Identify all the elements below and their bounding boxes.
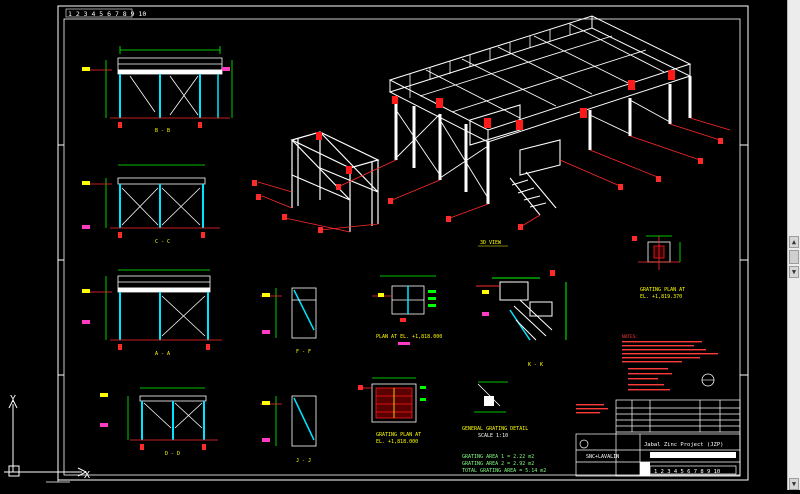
grating-areas: GRATING AREA 1 = 2.22 m2 GRATING AREA 2 … (462, 454, 546, 474)
grating-plan-1-label: GRATING PLAN AT (640, 287, 685, 293)
section-d-d-label: D - D (165, 451, 180, 457)
section-k-k: K - K (476, 270, 567, 368)
bottom-ruler-text: 1 2 3 4 5 6 7 8 9 10 (654, 469, 720, 475)
plan-at-el: PLAN AT EL. +1,818.000 (372, 275, 442, 345)
scrollbar-thumb[interactable] (789, 250, 799, 264)
main-platform-3d (388, 15, 692, 216)
grating-plan-2: GRATING PLAN AT EL. +1,818.000 (358, 377, 426, 445)
grating-plan-2-label: GRATING PLAN AT (376, 432, 421, 438)
grating-area-2: GRATING AREA 2 = 2.92 m2 (462, 461, 534, 467)
platform-gridlines (339, 117, 731, 227)
top-ruler-text: 1 2 3 4 5 6 7 8 9 10 (68, 10, 146, 18)
view-3d-label: 3D VIEW (480, 240, 502, 246)
scroll-bottom-arrow-icon[interactable]: ▼ (789, 478, 799, 490)
section-k-k-label: K - K (528, 362, 543, 368)
grating-area-total: TOTAL GRATING AREA = 5.14 m2 (462, 468, 546, 474)
cad-drawing-viewport[interactable]: 1 2 3 4 5 6 7 8 9 10 B - B C - C A - A D… (0, 0, 787, 490)
notes-title: NOTES: (622, 334, 638, 340)
notes-block: NOTES: (576, 334, 718, 414)
vertical-scrollbar[interactable]: ▲ ▼ ▼ (787, 0, 800, 490)
grating-plan-2-el: EL. +1,818.000 (376, 439, 418, 445)
section-b-b: B - B (82, 46, 233, 134)
scroll-up-arrow-icon[interactable]: ▲ (789, 236, 799, 248)
title-block-project: Jabal Zinc Project (JZP) (644, 442, 723, 448)
drawing-canvas[interactable]: 1 2 3 4 5 6 7 8 9 10 B - B C - C A - A D… (0, 0, 787, 490)
top-ruler: 1 2 3 4 5 6 7 8 9 10 (65, 8, 146, 18)
tower-gridlines (257, 181, 379, 233)
grating-area-1: GRATING AREA 1 = 2.22 m2 (462, 454, 534, 460)
section-a-a-label: A - A (155, 351, 170, 357)
section-j-j-label: J - J (296, 458, 311, 464)
grating-detail-label: GENERAL GRATING DETAIL (462, 426, 528, 432)
section-c-c: C - C (82, 164, 220, 245)
grating-detail-scale: SCALE 1:10 (478, 433, 508, 439)
section-j-j: J - J (260, 395, 317, 464)
ucs-y-label: Y (10, 394, 16, 405)
grating-plan-1-el: EL. +1,819.370 (640, 294, 682, 300)
tower-frame-3d (290, 131, 380, 232)
ucs-x-label: X (84, 470, 90, 481)
plan-at-label: PLAN AT EL. +1,818.000 (376, 334, 442, 340)
section-a-a: A - A (82, 269, 222, 357)
grating-plan-1: GRATING PLAN AT EL. +1,819.370 (632, 235, 685, 300)
grating-detail: GENERAL GRATING DETAIL SCALE 1:10 (462, 381, 528, 439)
title-block-company: SNC+LAVALIN (586, 454, 619, 460)
ucs-icon: Y X (4, 394, 90, 483)
section-c-c-label: C - C (155, 239, 170, 245)
section-f-f-label: F - F (296, 349, 311, 355)
scroll-down-arrow-icon[interactable]: ▼ (789, 266, 799, 278)
section-d-d: D - D (100, 387, 218, 457)
section-f-f: F - F (260, 287, 317, 355)
section-b-b-label: B - B (155, 128, 170, 134)
title-block: Jabal Zinc Project (JZP) SNC+LAVALIN 1 2… (575, 399, 741, 477)
